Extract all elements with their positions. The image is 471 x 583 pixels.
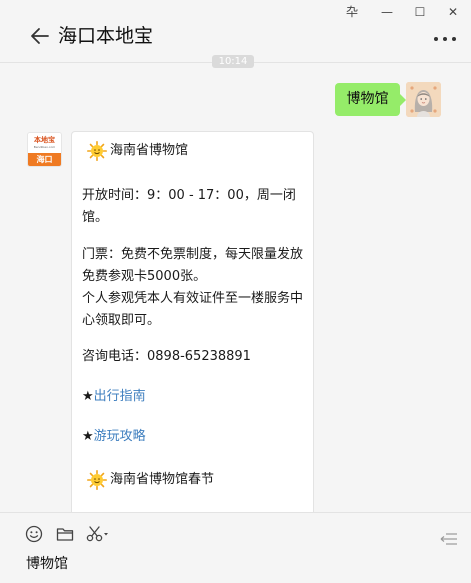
star-marker: ★ bbox=[82, 389, 94, 404]
card-section-heading: 海南省博物馆春节 bbox=[110, 472, 215, 487]
tour-strategy-line: ★游玩攻略 bbox=[82, 427, 146, 447]
folder-icon bbox=[56, 528, 74, 541]
maximize-button[interactable]: ☐ bbox=[408, 3, 432, 21]
ticket-policy-text: 门票：免费不免票制度，每天限量发放免费参观卡5000张。 bbox=[82, 247, 304, 284]
send-list-icon bbox=[440, 533, 457, 545]
user-avatar-icon bbox=[406, 82, 441, 117]
account-avatar[interactable]: 本地宝 Bendibao.com 海口 bbox=[27, 132, 62, 167]
account-logo-city: 海口 bbox=[28, 153, 61, 166]
opening-hours-text: 开放时间：9：00 - 17：00，周一闭馆。 bbox=[82, 188, 296, 225]
sun-emoji-icon bbox=[87, 141, 107, 161]
pin-button[interactable]: 卆 bbox=[340, 3, 364, 21]
tour-strategy-link[interactable]: 游玩攻略 bbox=[94, 429, 146, 444]
emoji-button[interactable] bbox=[25, 525, 43, 543]
incoming-message-card[interactable]: 海南省博物馆 开放时间：9：00 - 17：00，周一闭馆。 门票：免费不免票制… bbox=[71, 131, 314, 521]
file-button[interactable] bbox=[56, 525, 74, 543]
back-arrow-icon bbox=[31, 28, 49, 44]
account-logo-brand: 本地宝 bbox=[34, 136, 55, 144]
close-button[interactable]: ✕ bbox=[441, 3, 465, 21]
more-button[interactable] bbox=[431, 30, 461, 42]
send-button[interactable] bbox=[440, 531, 458, 545]
sun-emoji-icon bbox=[87, 470, 107, 490]
my-avatar[interactable] bbox=[406, 82, 441, 117]
scissors-icon bbox=[86, 526, 108, 542]
outgoing-message-bubble[interactable]: 博物馆 bbox=[335, 83, 406, 116]
account-logo-site: Bendibao.com bbox=[33, 145, 56, 149]
more-icon bbox=[434, 37, 456, 41]
phone-text: 咨询电话：0898-65238891 bbox=[82, 349, 251, 364]
card-heading: 海南省博物馆 bbox=[110, 143, 189, 158]
back-button[interactable] bbox=[28, 24, 52, 48]
emoji-icon bbox=[25, 525, 43, 543]
travel-guide-line: ★出行指南 bbox=[82, 387, 146, 407]
star-marker: ★ bbox=[82, 429, 94, 444]
message-input-field[interactable]: 博物馆 bbox=[26, 555, 68, 573]
minimize-button[interactable]: — bbox=[375, 3, 399, 21]
input-area bbox=[0, 512, 471, 583]
travel-guide-link[interactable]: 出行指南 bbox=[94, 389, 146, 404]
message-timestamp: 10:14 bbox=[212, 55, 254, 68]
screenshot-button[interactable] bbox=[86, 525, 110, 543]
ticket-pickup-text: 个人参观凭本人有效证件至一楼服务中心领取即可。 bbox=[82, 291, 304, 328]
chat-title: 海口本地宝 bbox=[58, 25, 154, 47]
